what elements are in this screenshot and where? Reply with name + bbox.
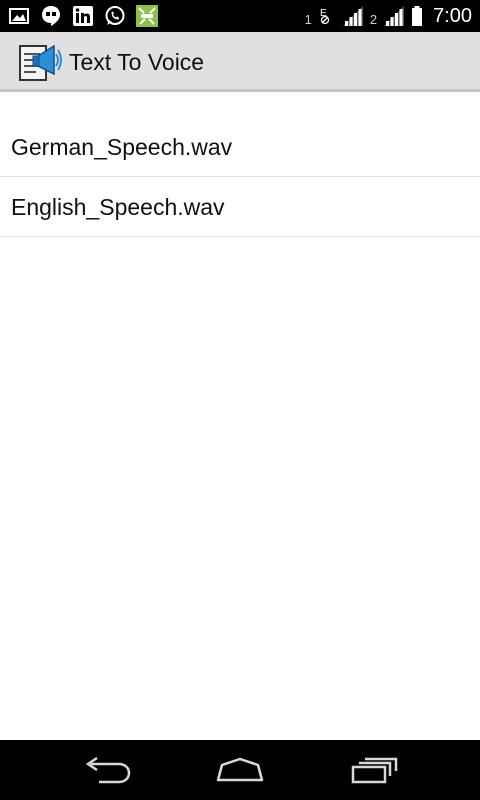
list-item[interactable]: English_Speech.wav	[0, 177, 480, 237]
back-icon[interactable]	[77, 754, 137, 786]
recent-apps-icon[interactable]	[345, 754, 405, 786]
sim2-label: 2	[369, 11, 378, 27]
android-icon	[136, 5, 158, 27]
linkedin-icon	[73, 6, 93, 26]
screen: 1 E 2 7:00 Text To Voice German_Speech.w…	[0, 0, 480, 800]
megaphone-document-icon[interactable]	[16, 40, 64, 84]
sim1-label: 1	[304, 11, 312, 27]
file-name: German_Speech.wav	[11, 134, 233, 160]
signal-sim1-icon	[342, 6, 363, 26]
notification-icons	[8, 5, 158, 27]
gallery-icon	[9, 8, 29, 24]
whatsapp-icon	[105, 6, 125, 25]
app-title: Text To Voice	[69, 49, 205, 75]
status-bar: 1 E 2 7:00	[0, 0, 480, 32]
list-item[interactable]: German_Speech.wav	[0, 117, 480, 177]
clock: 7:00	[433, 4, 472, 27]
home-icon[interactable]	[210, 754, 270, 786]
hangouts-icon	[42, 6, 60, 26]
navigation-bar	[0, 740, 480, 800]
battery-icon	[412, 6, 423, 26]
signal-sim2-icon	[384, 6, 405, 26]
file-name: English_Speech.wav	[11, 194, 225, 220]
data-sync-icon: E	[320, 8, 329, 25]
system-icons: 1 E 2 7:00	[305, 0, 472, 32]
action-bar: Text To Voice	[0, 32, 480, 92]
file-list: German_Speech.wav English_Speech.wav	[0, 117, 480, 237]
